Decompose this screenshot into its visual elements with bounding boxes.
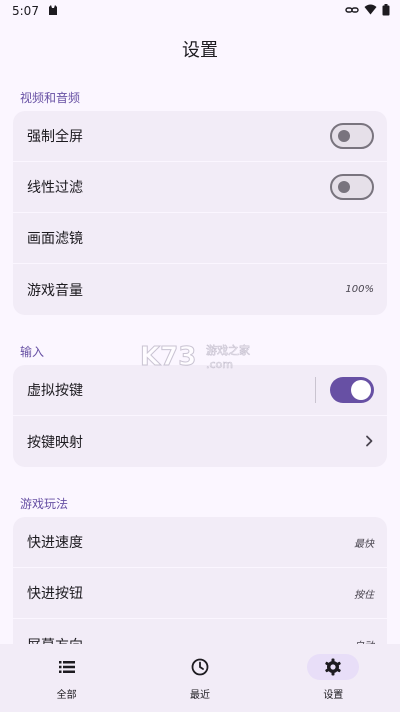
section-header-input: 输入	[20, 345, 45, 359]
link-icon	[345, 4, 359, 18]
list-icon	[41, 654, 93, 680]
chevron-right-icon	[364, 432, 374, 451]
force-fullscreen-switch[interactable]	[330, 123, 374, 149]
setting-label: 强制全屏	[27, 129, 83, 145]
setting-row-key-mapping[interactable]: 按键映射	[13, 416, 387, 467]
setting-label: 虚拟按键	[27, 383, 83, 399]
setting-label: 快进速度	[27, 535, 83, 551]
clock-icon	[174, 654, 226, 680]
battery-icon	[382, 3, 390, 19]
switch-thumb	[338, 181, 350, 193]
nav-item-settings[interactable]: 设置	[267, 644, 400, 712]
game-volume-value: 100%	[345, 284, 374, 295]
fast-forward-button-value: 按住	[354, 589, 374, 601]
setting-row-force-fullscreen[interactable]: 强制全屏	[13, 111, 387, 162]
setting-label: 画面滤镜	[27, 231, 83, 247]
section-header-video-audio: 视频和音频	[20, 91, 81, 105]
setting-label: 屏幕方向	[27, 635, 83, 645]
nav-label: 最近	[189, 690, 210, 701]
card-input: 虚拟按键 按键映射	[13, 365, 387, 467]
setting-label: 快进按钮	[27, 586, 83, 602]
wifi-icon	[364, 4, 377, 18]
setting-row-game-volume[interactable]: 游戏音量 100%	[13, 264, 387, 315]
setting-row-fast-forward-speed[interactable]: 快进速度 最快	[13, 517, 387, 568]
setting-row-fast-forward-button[interactable]: 快进按钮 按住	[13, 568, 387, 619]
page-title: 设置	[182, 40, 218, 61]
setting-label: 线性过滤	[27, 180, 83, 196]
status-time: 5:07	[12, 4, 39, 18]
card-video-audio: 强制全屏 线性过滤 画面滤镜 游戏音量 100%	[13, 111, 387, 315]
fast-forward-speed-value: 最快	[354, 538, 374, 550]
card-gameplay: 快进速度 最快 快进按钮 按住 屏幕方向 自动	[13, 517, 387, 644]
setting-row-virtual-keys[interactable]: 虚拟按键	[13, 365, 387, 416]
setting-row-screen-orientation[interactable]: 屏幕方向 自动	[13, 619, 387, 645]
nav-label: 全部	[56, 690, 77, 701]
setting-label: 按键映射	[27, 434, 83, 451]
switch-thumb	[338, 130, 350, 142]
vertical-divider	[315, 377, 316, 403]
bottom-navigation: 全部 最近 设置	[0, 644, 400, 712]
virtual-keys-switch[interactable]	[330, 377, 374, 403]
nav-label: 设置	[323, 690, 344, 701]
svg-text:游戏之家: 游戏之家	[206, 343, 250, 357]
linear-filter-switch[interactable]	[330, 174, 374, 200]
setting-row-screen-filter[interactable]: 画面滤镜	[13, 213, 387, 264]
status-bar: 5:07	[0, 0, 400, 22]
gear-icon	[307, 654, 360, 680]
virtual-keys-control	[315, 377, 374, 403]
notification-cat-icon	[47, 4, 59, 19]
setting-label: 游戏音量	[27, 282, 83, 299]
screen-orientation-value: 自动	[354, 637, 374, 644]
switch-thumb	[351, 380, 371, 400]
nav-item-recent[interactable]: 最近	[133, 644, 266, 712]
section-header-gameplay: 游戏玩法	[20, 497, 69, 511]
nav-item-all[interactable]: 全部	[0, 644, 133, 712]
setting-row-linear-filter[interactable]: 线性过滤	[13, 162, 387, 213]
